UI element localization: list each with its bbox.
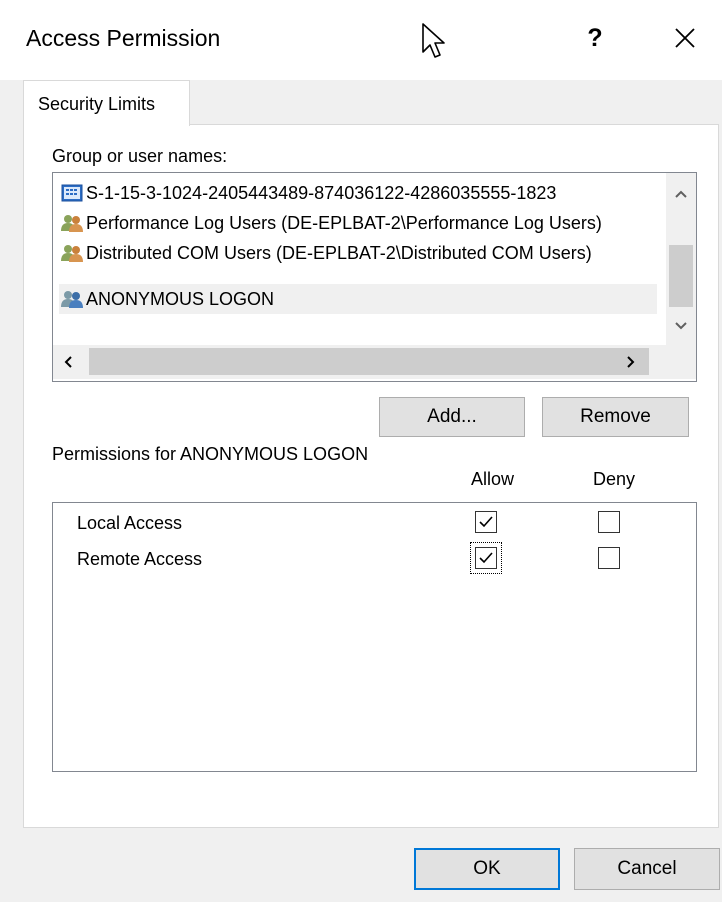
- local-access-deny-checkbox[interactable]: [598, 511, 620, 533]
- list-item-label: Distributed COM Users (DE-EPLBAT-2\Distr…: [86, 243, 592, 263]
- list-item-label: ANONYMOUS LOGON: [86, 289, 275, 309]
- deny-column-header: Deny: [593, 469, 636, 489]
- mouse-pointer-icon: [422, 23, 445, 58]
- title-bar: Access Permission ?: [0, 0, 722, 80]
- sid-icon: [61, 184, 83, 202]
- horizontal-scroll-thumb[interactable]: [89, 348, 649, 375]
- permission-name: Remote Access: [77, 549, 203, 569]
- checkmark-icon: [479, 516, 493, 528]
- list-item[interactable]: Distributed COM Users (DE-EPLBAT-2\Distr…: [61, 238, 663, 268]
- remove-button[interactable]: Remove: [542, 397, 689, 437]
- horizontal-scrollbar[interactable]: [53, 345, 696, 379]
- scroll-right-icon[interactable]: [626, 355, 636, 369]
- scroll-up-icon[interactable]: [674, 189, 688, 199]
- scroll-down-icon[interactable]: [674, 321, 688, 331]
- ok-button[interactable]: OK: [414, 848, 560, 890]
- remote-access-allow-checkbox[interactable]: [475, 547, 497, 569]
- list-item-label: Performance Log Users (DE-EPLBAT-2\Perfo…: [86, 213, 602, 233]
- list-item-label: S-1-15-3-1024-2405443489-874036122-42860…: [86, 183, 557, 203]
- tab-security-limits[interactable]: Security Limits: [23, 80, 190, 126]
- users-icon: [61, 291, 83, 308]
- users-icon: [61, 215, 83, 232]
- scroll-left-icon[interactable]: [63, 355, 73, 369]
- vertical-scrollbar[interactable]: [666, 173, 696, 345]
- permissions-label: Permissions for ANONYMOUS LOGON: [52, 444, 369, 464]
- remote-access-deny-checkbox[interactable]: [598, 547, 620, 569]
- checkmark-icon: [479, 552, 493, 564]
- tab-label: Security Limits: [38, 94, 156, 114]
- group-names-label: Group or user names:: [52, 146, 228, 166]
- group-user-list[interactable]: S-1-15-3-1024-2405443489-874036122-42860…: [52, 172, 697, 382]
- users-icon: [61, 245, 83, 262]
- list-item[interactable]: S-1-15-3-1024-2405443489-874036122-42860…: [61, 178, 663, 208]
- local-access-allow-checkbox[interactable]: [475, 511, 497, 533]
- window-title: Access Permission: [26, 25, 221, 51]
- permission-name: Local Access: [77, 513, 183, 533]
- close-icon[interactable]: [667, 18, 703, 58]
- list-item-selected[interactable]: ANONYMOUS LOGON: [59, 284, 657, 314]
- permissions-list: [52, 502, 697, 772]
- list-item[interactable]: Performance Log Users (DE-EPLBAT-2\Perfo…: [61, 208, 663, 238]
- help-button[interactable]: ?: [580, 20, 610, 56]
- vertical-scroll-thumb[interactable]: [669, 245, 693, 307]
- add-button[interactable]: Add...: [379, 397, 525, 437]
- allow-column-header: Allow: [471, 469, 515, 489]
- cancel-button[interactable]: Cancel: [574, 848, 720, 890]
